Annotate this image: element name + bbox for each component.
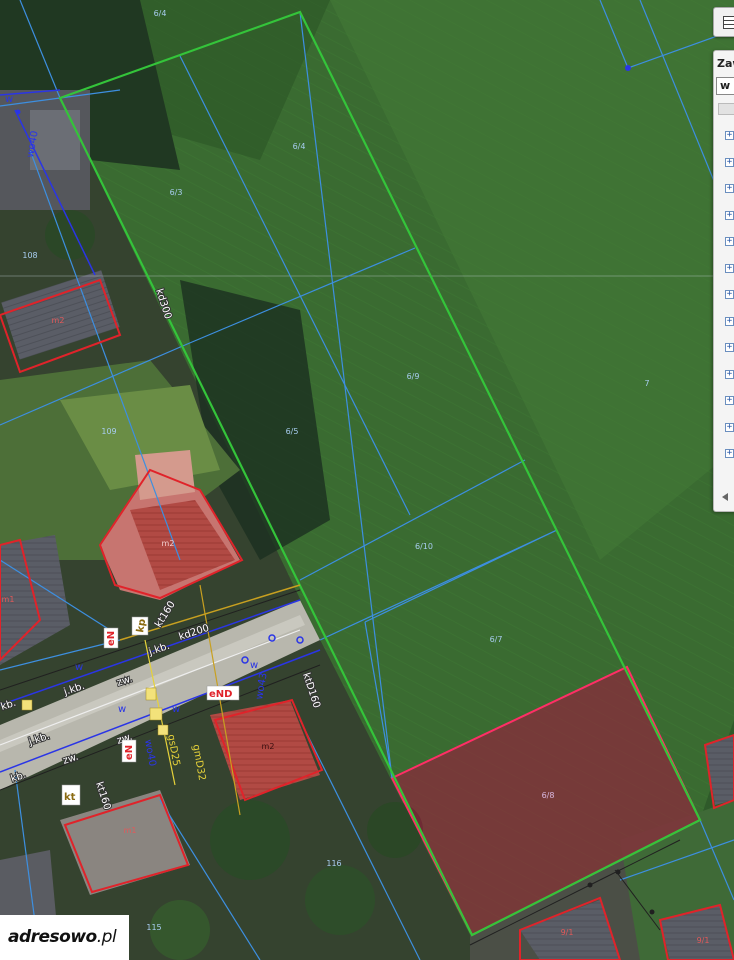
parcel-label: 108: [22, 251, 37, 260]
tag-eND: eND: [206, 685, 240, 701]
layers-toggle-button[interactable]: [713, 7, 734, 37]
parcel-label: 116: [326, 859, 341, 868]
parcel-label: 9/1: [697, 936, 710, 945]
parcel-label: 6/10: [415, 542, 433, 551]
utility-label: w: [172, 704, 180, 715]
utility-label: w: [5, 94, 13, 105]
parcel-label: 6/7: [490, 635, 503, 644]
building-label: m2: [52, 316, 65, 325]
parcel-label: 7: [644, 379, 649, 388]
utility-label: w: [118, 704, 126, 715]
tag-eN-2: eN: [121, 739, 137, 763]
parcel-label: 6/9: [407, 372, 420, 381]
panel-title: Zaw: [717, 57, 734, 70]
parcel-label: 115: [146, 923, 161, 932]
layer-select[interactable]: w: [716, 77, 734, 95]
utility-label: w: [75, 662, 83, 673]
layers-panel: Zaw w + + + + + + + + + + + + +: [713, 50, 734, 512]
tag-kp: kp: [131, 616, 148, 636]
layer-expand-icon[interactable]: +: [725, 290, 734, 299]
brand-logo: adresowo.pl: [8, 927, 117, 947]
layer-expand-icon[interactable]: +: [725, 157, 734, 167]
parcel-label: 6/4: [293, 142, 306, 151]
building-label: m1: [2, 595, 15, 604]
svg-text:kt: kt: [64, 792, 76, 803]
layer-expand-icon[interactable]: +: [725, 184, 734, 193]
parcel-label: 6/3: [170, 188, 183, 197]
tag-kt: kt: [61, 784, 81, 806]
layer-expand-icon[interactable]: +: [725, 316, 734, 326]
layer-expand-icon[interactable]: +: [725, 369, 734, 379]
layer-expand-icon[interactable]: +: [725, 210, 734, 220]
building-label: m2: [162, 539, 175, 548]
parcel-label: 6/4: [154, 9, 167, 18]
layer-expand-icon[interactable]: +: [725, 131, 734, 140]
parcel-label: 6/8: [542, 791, 555, 800]
layer-expand-icon[interactable]: +: [725, 396, 734, 405]
layer-expand-icon[interactable]: +: [725, 263, 734, 273]
layer-expand-icon[interactable]: +: [725, 449, 734, 458]
svg-text:eN: eN: [106, 631, 117, 646]
map-canvas[interactable]: 6/4 6/3 6/4 6/5 6/9 6/10 6/7 6/8 7 108 1…: [0, 0, 734, 960]
layers-icon: [723, 16, 734, 29]
layer-expand-icon[interactable]: +: [725, 237, 734, 246]
watermark: adresowo.pl: [0, 915, 129, 960]
building-label: m2: [262, 742, 275, 751]
utility-label: w: [250, 660, 258, 671]
layer-expand-icon[interactable]: +: [725, 422, 734, 432]
svg-text:eND: eND: [209, 689, 232, 700]
parcel-label: 109: [101, 427, 116, 436]
scroll-left-icon[interactable]: [722, 493, 728, 501]
parcel-label: 6/5: [286, 427, 299, 436]
svg-text:eN: eN: [124, 745, 135, 760]
parcel-label: 9/1: [561, 928, 574, 937]
panel-toolbar: [718, 103, 734, 115]
layer-expand-icon[interactable]: +: [725, 343, 734, 352]
tag-eN-1: eN: [103, 627, 119, 649]
building-label: m1: [124, 826, 137, 835]
